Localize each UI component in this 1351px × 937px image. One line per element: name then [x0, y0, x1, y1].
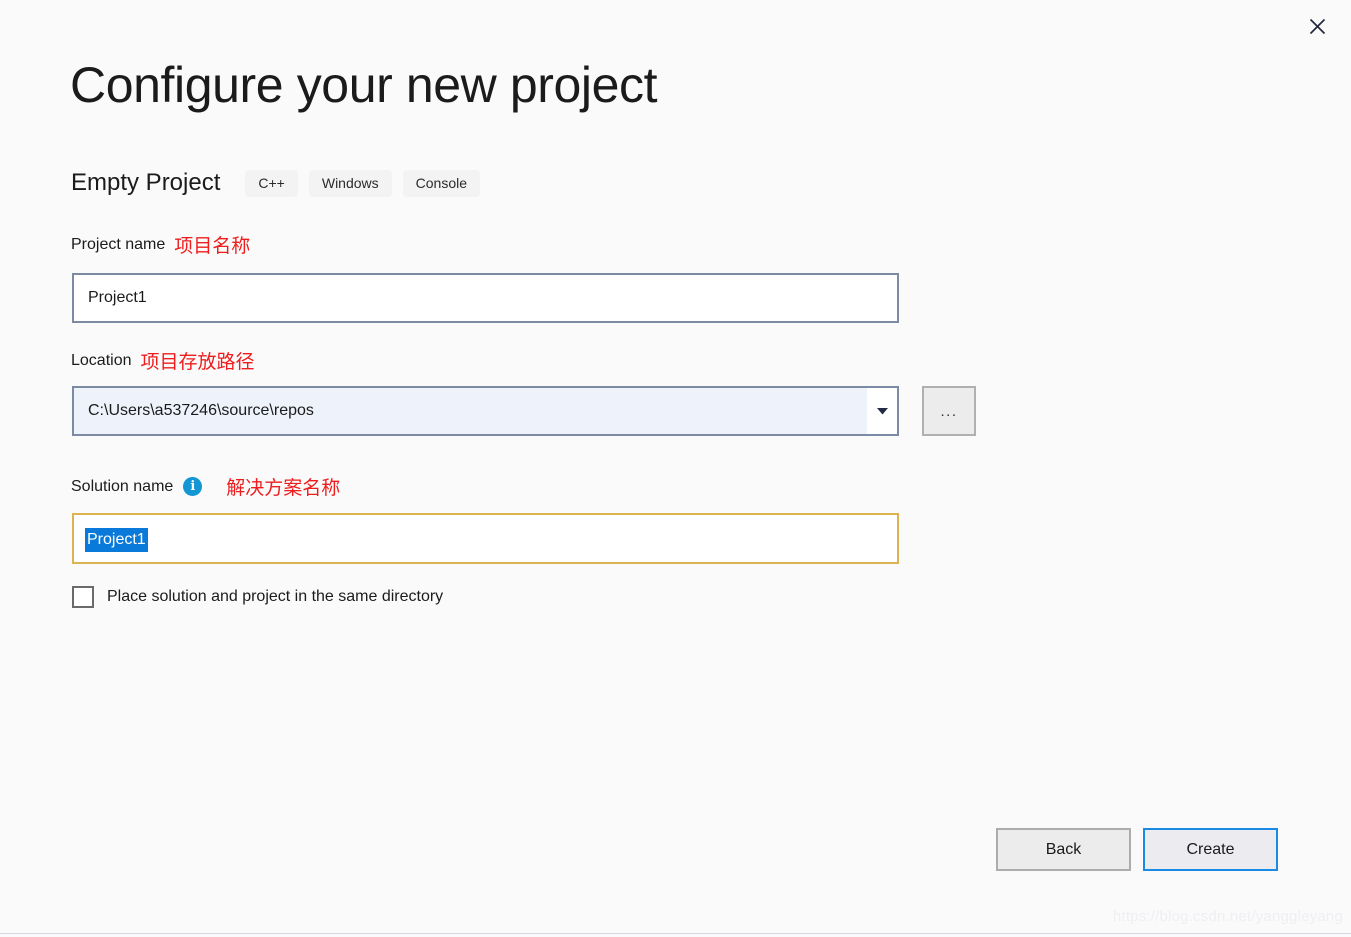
template-summary: Empty Project C++ Windows Console	[71, 166, 481, 200]
same-directory-checkbox[interactable]	[72, 586, 94, 608]
solution-name-label: Solution name i 解决方案名称	[71, 473, 340, 500]
project-name-input[interactable]	[72, 273, 899, 323]
bottom-divider	[0, 933, 1351, 934]
tag-language: C++	[245, 169, 298, 197]
location-label: Location 项目存放路径	[71, 347, 255, 374]
info-icon[interactable]: i	[183, 477, 203, 496]
project-name-label-text: Project name	[71, 235, 166, 253]
location-value: C:\Users\a537246\source\repos	[88, 402, 314, 419]
page-title: Configure your new project	[70, 57, 658, 113]
solution-name-label-text: Solution name	[71, 477, 174, 495]
solution-name-annotation: 解决方案名称	[226, 477, 341, 499]
create-button[interactable]: Create	[1143, 828, 1278, 871]
back-button[interactable]: Back	[996, 828, 1131, 871]
template-tag-list: C++ Windows Console	[245, 169, 481, 197]
watermark: https://blog.csdn.net/yanggleyang	[1112, 908, 1343, 925]
location-dropdown-button[interactable]	[867, 388, 897, 434]
template-name: Empty Project	[71, 169, 221, 196]
tag-platform: Windows	[308, 169, 392, 197]
chevron-down-icon	[876, 407, 888, 415]
project-name-annotation: 项目名称	[174, 235, 251, 257]
browse-location-button[interactable]: ...	[922, 386, 976, 436]
same-directory-checkbox-row[interactable]: Place solution and project in the same d…	[72, 586, 443, 608]
solution-name-input[interactable]	[72, 513, 899, 564]
same-directory-label: Place solution and project in the same d…	[107, 588, 444, 605]
close-button[interactable]	[1295, 8, 1339, 44]
tag-project-type: Console	[402, 169, 481, 197]
close-icon	[1309, 18, 1326, 35]
project-name-label: Project name 项目名称	[71, 231, 250, 258]
solution-name-selected-text: Project1	[85, 528, 148, 552]
location-combobox[interactable]: C:\Users\a537246\source\repos	[72, 386, 899, 436]
location-annotation: 项目存放路径	[140, 351, 255, 373]
location-label-text: Location	[71, 351, 132, 369]
